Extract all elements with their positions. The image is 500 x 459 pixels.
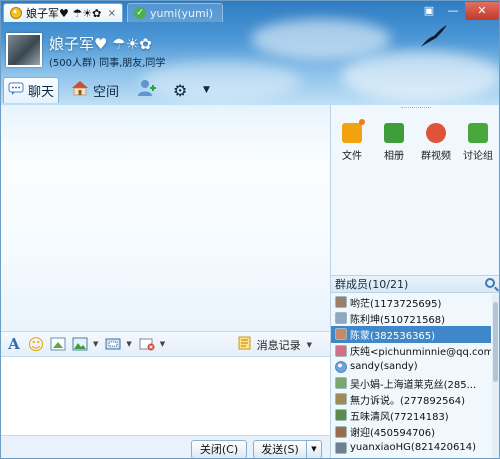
bird-icon	[421, 25, 447, 47]
history-dropdown-icon: ▼	[306, 340, 312, 349]
member-list-scrollbar[interactable]	[492, 294, 499, 458]
member-avatar	[335, 328, 347, 341]
send-button[interactable]: 发送(S)	[253, 440, 307, 458]
shake-dropdown-icon[interactable]: ▼	[160, 340, 165, 348]
emoji-icon[interactable]: ☺	[27, 335, 45, 354]
app-group-video-label: 群视频	[421, 151, 451, 162]
member-avatar	[335, 441, 347, 454]
chat-message-area[interactable]	[1, 105, 330, 331]
app-discussion-label: 讨论组	[463, 151, 493, 162]
photo-icon	[384, 123, 404, 143]
group-apps: 文件 相册 群视频 讨论组	[331, 119, 499, 162]
online-status-icon: ✓	[134, 7, 146, 19]
member-item[interactable]: 無力诉说。(277892564)	[331, 391, 491, 407]
app-group-video[interactable]: 群视频	[415, 123, 457, 162]
member-item-selected[interactable]: 陈蒙(382536365)	[331, 326, 491, 343]
folder-icon	[342, 123, 362, 143]
screenshot-dropdown-icon[interactable]: ▼	[126, 340, 131, 348]
app-discussion[interactable]: 讨论组	[457, 123, 499, 162]
title-tab-group[interactable]: 娘子军♥ ☂☀✿ ×	[3, 3, 123, 22]
member-avatar	[335, 296, 347, 309]
gear-icon: ⚙	[173, 80, 188, 100]
close-button[interactable]: 关闭(C)	[191, 440, 247, 458]
member-avatar	[335, 377, 347, 390]
history-icon	[238, 336, 252, 353]
send-options-dropdown[interactable]: ▼	[306, 440, 322, 458]
tab-space[interactable]: 空间	[71, 77, 119, 103]
member-item[interactable]: 五味清风(77214183)	[331, 407, 491, 423]
chat-bubble-icon	[8, 82, 24, 100]
member-avatar	[335, 312, 347, 325]
group-avatar[interactable]	[6, 33, 42, 67]
image-icon[interactable]	[71, 335, 89, 353]
members-count-label: 群成员(10/21)	[335, 278, 409, 291]
restore-icon[interactable]: ▣	[417, 2, 441, 20]
tab-chat[interactable]: 聊天	[3, 77, 59, 103]
window-controls: ▣ — ✕	[417, 2, 499, 20]
magic-emoji-icon[interactable]	[49, 335, 67, 353]
video-icon	[426, 123, 446, 143]
screenshot-icon[interactable]	[104, 335, 122, 353]
toolbar-dropdown[interactable]: ▼	[203, 77, 210, 103]
app-file-label: 文件	[342, 151, 362, 162]
font-icon[interactable]: A	[5, 335, 23, 353]
qq-group-chat-window: 娘子军♥ ☂☀✿ × ✓ yumi(yumi) ▣ — ✕ 娘子军♥ ☂☀✿ (…	[0, 0, 500, 459]
bottom-bar: 关闭(C) 发送(S) ▼	[1, 435, 330, 458]
format-toolbar: A ☺ ▼ ▼ ▼ 消息记录 ▼	[1, 331, 330, 357]
title-tab-label: yumi(yumi)	[150, 6, 214, 20]
member-item[interactable]: yuanxiaoHG(821420614)	[331, 440, 491, 456]
member-item[interactable]: 谢迎(450594706)	[331, 424, 491, 440]
message-history-button[interactable]: 消息记录 ▼	[238, 336, 318, 353]
minimize-icon[interactable]: —	[441, 2, 465, 20]
tab-close-icon[interactable]: ×	[108, 8, 116, 19]
close-icon[interactable]: ✕	[465, 2, 499, 20]
qq-group-icon	[10, 7, 22, 19]
search-icon[interactable]	[485, 278, 495, 288]
app-album-label: 相册	[384, 151, 404, 162]
app-file[interactable]: 文件	[331, 119, 373, 162]
settings-button[interactable]: ⚙	[173, 77, 187, 103]
title-tab-row: 娘子军♥ ☂☀✿ × ✓ yumi(yumi) ▣ — ✕	[1, 1, 499, 23]
member-avatar	[335, 409, 347, 422]
member-item[interactable]: sandy(sandy)	[331, 359, 491, 375]
member-avatar	[335, 360, 347, 373]
panel-grip[interactable]	[401, 107, 431, 111]
member-avatar	[335, 425, 347, 438]
member-item[interactable]: 庆纯<pichunminnie@qq.com>	[331, 343, 491, 359]
image-dropdown-icon[interactable]: ▼	[93, 340, 98, 348]
discussion-icon	[468, 123, 488, 143]
member-item[interactable]: 吴小娟-上海道莱克丝(285...	[331, 375, 491, 391]
group-subtitle: (500人群) 同事,朋友,同学	[49, 58, 166, 69]
scrollbar-thumb[interactable]	[493, 302, 498, 382]
tab-space-label: 空间	[93, 84, 120, 100]
app-album[interactable]: 相册	[373, 123, 415, 162]
message-input[interactable]	[1, 357, 330, 435]
main-toolbar: 聊天 空间 ⚙ ▼	[1, 75, 331, 105]
member-item[interactable]: 哟茫(1173725695)	[331, 294, 491, 310]
member-item[interactable]: 陈利坤(510721568)	[331, 310, 491, 326]
members-header: 群成员(10/21)	[331, 275, 499, 293]
add-member-icon	[137, 79, 157, 101]
history-label: 消息记录	[256, 338, 301, 352]
title-tab-yumi[interactable]: ✓ yumi(yumi)	[127, 3, 223, 22]
tab-chat-label: 聊天	[28, 85, 55, 100]
new-indicator-dot	[359, 119, 365, 125]
house-icon	[71, 80, 89, 100]
member-avatar	[335, 393, 347, 406]
member-list: 哟茫(1173725695) 陈利坤(510721568) 陈蒙(3825363…	[331, 294, 491, 458]
title-tab-label: 娘子军♥ ☂☀✿	[26, 7, 102, 20]
shake-icon[interactable]	[138, 335, 156, 353]
group-side-panel: 文件 相册 群视频 讨论组 群成员(10/21) 哟茫(1173725695) …	[330, 105, 499, 458]
member-avatar	[335, 344, 347, 357]
add-member-button[interactable]	[137, 77, 157, 103]
group-name: 娘子军♥ ☂☀✿	[49, 35, 152, 53]
